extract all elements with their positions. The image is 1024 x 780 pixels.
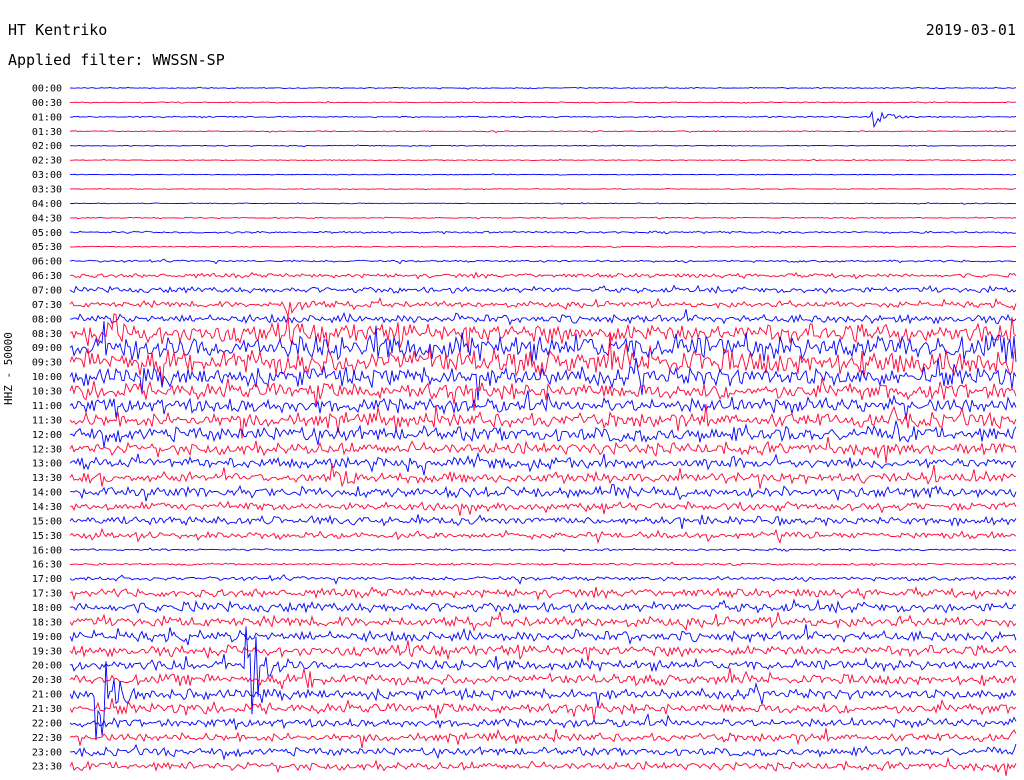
row-time-label: 17:30 (32, 589, 62, 600)
row-time-label: 19:30 (32, 646, 62, 657)
row-time-label: 23:00 (32, 747, 62, 758)
trace-group (69, 86, 1017, 776)
trace-row-0200 (70, 144, 1017, 148)
trace-row-1700 (69, 574, 1017, 585)
row-time-label: 01:30 (32, 127, 62, 138)
trace-row-0330 (69, 188, 1017, 191)
trace-row-1430 (69, 500, 1017, 516)
row-time-label: 12:00 (32, 430, 62, 441)
row-time-label: 07:30 (32, 300, 62, 311)
trace-row-1630 (69, 561, 1017, 567)
trace-row-1730 (69, 585, 1017, 602)
trace-row-1900 (69, 624, 1017, 646)
row-time-label: 10:30 (32, 387, 62, 398)
trace-row-2200 (69, 712, 1017, 730)
trace-row-0000 (69, 86, 1017, 90)
row-label-group: 00:00 00:30 01:00 01:30 02:00 02:30 03:00 03:30… (32, 84, 62, 773)
trace-row-1500 (69, 514, 1017, 529)
row-time-label: 22:30 (32, 733, 62, 744)
row-time-label: 13:00 (32, 459, 62, 470)
row-time-label: 20:00 (32, 661, 62, 672)
trace-row-1830 (69, 611, 1017, 632)
trace-row-0530 (69, 245, 1017, 249)
trace-row-2330 (69, 756, 1017, 776)
trace-row-2100 (69, 661, 1017, 741)
trace-row-1030 (69, 377, 1017, 411)
trace-row-0500 (69, 230, 1017, 235)
row-time-label: 11:00 (32, 401, 62, 412)
row-time-label: 07:00 (32, 286, 62, 297)
trace-row-1800 (69, 598, 1017, 614)
row-time-label: 15:30 (32, 531, 62, 542)
row-time-label: 21:00 (32, 690, 62, 701)
row-time-label: 15:00 (32, 516, 62, 527)
trace-row-0130 (69, 130, 1017, 134)
row-time-label: 20:30 (32, 675, 62, 686)
trace-row-0030 (69, 100, 1017, 104)
row-time-label: 09:30 (32, 358, 62, 369)
trace-row-0400 (69, 202, 1017, 205)
row-time-label: 03:00 (32, 170, 62, 181)
trace-row-1930 (69, 640, 1017, 662)
row-time-label: 06:00 (32, 257, 62, 268)
row-time-label: 18:00 (32, 603, 62, 614)
row-time-label: 14:30 (32, 502, 62, 513)
trace-row-2300 (69, 743, 1017, 761)
trace-row-1400 (69, 483, 1017, 502)
row-time-label: 02:00 (32, 141, 62, 152)
helicorder-plot: 00:00 00:30 01:00 01:30 02:00 02:30 03:00 03:30… (32, 84, 1017, 776)
trace-row-2230 (69, 728, 1017, 748)
row-time-label: 04:30 (32, 213, 62, 224)
row-time-label: 00:30 (32, 98, 62, 109)
row-time-label: 10:00 (32, 372, 62, 383)
row-time-label: 02:30 (32, 156, 62, 167)
trace-row-1230 (69, 436, 1017, 464)
row-time-label: 11:30 (32, 415, 62, 426)
trace-row-0800 (69, 309, 1017, 326)
trace-row-2000 (69, 626, 1017, 715)
trace-row-1300 (69, 452, 1017, 476)
trace-row-0700 (69, 284, 1017, 294)
row-time-label: 05:30 (32, 242, 62, 253)
row-time-label: 13:30 (32, 473, 62, 484)
row-time-label: 08:30 (32, 329, 62, 340)
row-time-label: 17:00 (32, 574, 62, 585)
trace-row-1600 (69, 547, 1017, 552)
row-time-label: 19:00 (32, 632, 62, 643)
trace-row-0730 (69, 297, 1017, 317)
trace-row-0600 (69, 258, 1017, 265)
trace-row-0300 (69, 173, 1017, 176)
trace-row-1330 (69, 463, 1017, 489)
row-time-label: 21:30 (32, 704, 62, 715)
row-time-label: 00:00 (32, 84, 62, 95)
row-time-label: 23:30 (32, 762, 62, 773)
row-time-label: 01:00 (32, 112, 62, 123)
trace-row-0930 (69, 333, 1017, 386)
row-time-label: 05:00 (32, 228, 62, 239)
row-time-label: 04:00 (32, 199, 62, 210)
row-time-label: 18:30 (32, 617, 62, 628)
row-time-label: 14:00 (32, 488, 62, 499)
trace-row-0100 (69, 110, 1017, 129)
row-time-label: 16:00 (32, 545, 62, 556)
trace-row-0230 (69, 158, 1017, 162)
trace-row-0630 (69, 271, 1017, 280)
trace-row-2030 (69, 667, 1017, 690)
row-time-label: 09:00 (32, 343, 62, 354)
row-time-label: 12:30 (32, 444, 62, 455)
row-time-label: 08:00 (32, 314, 62, 325)
row-time-label: 22:00 (32, 718, 62, 729)
trace-row-2130 (69, 698, 1017, 721)
row-time-label: 06:30 (32, 271, 62, 282)
trace-row-1530 (69, 527, 1017, 545)
row-time-label: 16:30 (32, 560, 62, 571)
row-time-label: 03:30 (32, 185, 62, 196)
trace-row-0430 (70, 216, 1017, 220)
